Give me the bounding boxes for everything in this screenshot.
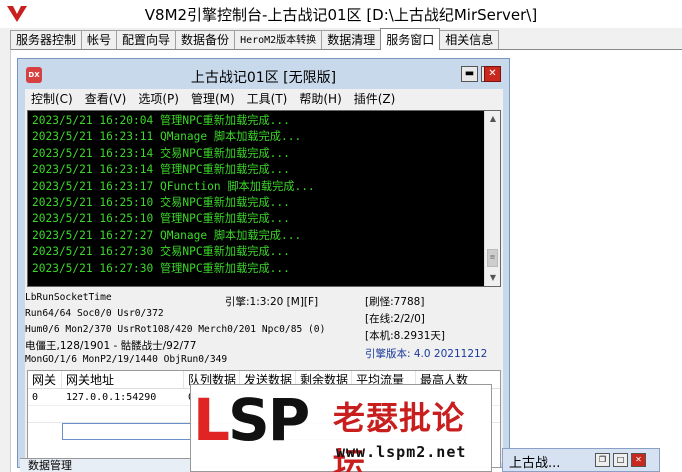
tab-config-wizard[interactable]: 配置向导 [116,30,177,50]
tab-service-window[interactable]: 服务窗口 [380,28,441,50]
menu-plugins[interactable]: 插件(Z) [348,90,402,108]
window-title: V8M2引擎控制台-上古战记01区 [D:\上古战纪MirServer\] [144,6,538,24]
bottom-taskbar-item[interactable]: 数据管理 [20,458,190,472]
log-line: 2023/5/21 16:23:11 QManage 脚本加载完成... [32,130,302,144]
menu-options[interactable]: 选项(P) [132,90,185,108]
minimized-window-title: 上古战... [509,456,561,471]
scroll-up-arrow-icon[interactable]: ▲ [485,111,501,127]
menu-view[interactable]: 查看(V) [79,90,133,108]
logo-letter-p: P [267,386,310,454]
log-line: 2023/5/21 16:27:30 管理NPC重新加载完成... [32,261,290,275]
log-scrollbar[interactable]: ▲ ≡ ▼ [484,111,500,286]
log-line: 2023/5/21 16:27:30 交易NPC重新加载完成... [32,245,290,259]
monster-refresh: [刷怪:7788] [365,296,425,308]
col-gateway-address[interactable]: 网关地址 [62,371,184,388]
logo-letter-l: L [193,386,230,454]
watermark-logo: LSP [193,386,310,454]
minimized-window[interactable]: 上古战... ❐ □ ✕ [502,448,660,472]
scroll-down-arrow-icon[interactable]: ▼ [485,270,501,286]
tab-data-backup[interactable]: 数据备份 [175,30,236,50]
watermark-banner: LSP 老瑟批论坛 www.lspm2.net [190,384,492,472]
logo-letter-s: S [227,386,270,454]
tab-related-info[interactable]: 相关信息 [439,30,500,50]
log-line: 2023/5/21 16:25:10 管理NPC重新加载完成... [32,212,290,226]
watermark-url: www.lspm2.net [336,443,467,461]
tab-herom2-convert[interactable]: HeroM2版本转换 [234,30,323,50]
server-window-title-bar[interactable]: DX 上古战记01区 [无限版] ▬ □ ✕ [18,59,509,90]
menu-control[interactable]: 控制(C) [25,90,79,108]
log-line: 2023/5/21 16:23:17 QFunction 脚本加载完成... [32,179,315,193]
run-socket-time: LbRunSocketTime [25,292,112,303]
run-stats: Run64/64 Soc0/0 Usr0/372 [25,308,164,319]
human-stats: Hum0/6 Mon2/370 UsrRot108/420 Merch0/201… [25,324,326,335]
tab-data-cleanup[interactable]: 数据清理 [321,30,382,50]
tab-server-control[interactable]: 服务器控制 [10,30,83,50]
menu-help[interactable]: 帮助(H) [293,90,347,108]
monster-go-stats: MonGO/1/6 MonP2/19/1440 ObjRun0/349 [25,354,228,365]
log-line: 2023/5/21 16:25:10 交易NPC重新加载完成... [32,196,290,210]
close-button[interactable]: ✕ [484,66,501,82]
cell-gateway: 0 [32,392,39,403]
minimize-button[interactable]: ▬ [461,66,478,82]
boss-stats: 电僵王,128/1901 - 骷髅战士/92/77 [25,340,197,352]
close-button-small[interactable]: ✕ [631,453,646,467]
maximize-button-small[interactable]: □ [613,453,628,467]
local-uptime: [本机:8.2931天] [365,330,445,342]
main-tabs: 服务器控制 帐号 配置向导 数据备份 HeroM2版本转换 数据清理 服务窗口 … [10,28,500,50]
log-line: 2023/5/21 16:20:04 管理NPC重新加载完成... [32,114,290,127]
menu-tools[interactable]: 工具(T) [241,90,294,108]
engine-runtime: 引擎:1:3:20 [M][F] [225,296,319,308]
online-count: [在线:2/2/0] [365,313,425,325]
window-title-bar: V8M2引擎控制台-上古战记01区 [D:\上古战纪MirServer\] [0,0,682,28]
server-menubar: 控制(C) 查看(V) 选项(P) 管理(M) 工具(T) 帮助(H) 插件(Z… [25,89,503,108]
engine-version: 引擎版本: 4.0 20211212 [365,348,488,360]
log-console[interactable]: 2023/5/21 16:20:04 管理NPC重新加载完成... 2023/5… [27,110,501,287]
tab-account[interactable]: 帐号 [81,30,118,50]
col-gateway[interactable]: 网关 [28,371,62,388]
log-line: 2023/5/21 16:27:27 QManage 脚本加载完成... [32,228,302,242]
log-line: 2023/5/21 16:23:14 交易NPC重新加载完成... [32,146,290,160]
log-lines: 2023/5/21 16:20:04 管理NPC重新加载完成... 2023/5… [32,113,482,277]
server-window-title: 上古战记01区 [无限版] [190,70,337,86]
menu-manage[interactable]: 管理(M) [185,90,241,108]
scroll-thumb[interactable]: ≡ [487,249,498,267]
log-line: 2023/5/21 16:23:14 管理NPC重新加载完成... [32,163,290,177]
restore-button[interactable]: ❐ [595,453,610,467]
cell-gateway-address: 127.0.0.1:54290 [66,392,157,403]
